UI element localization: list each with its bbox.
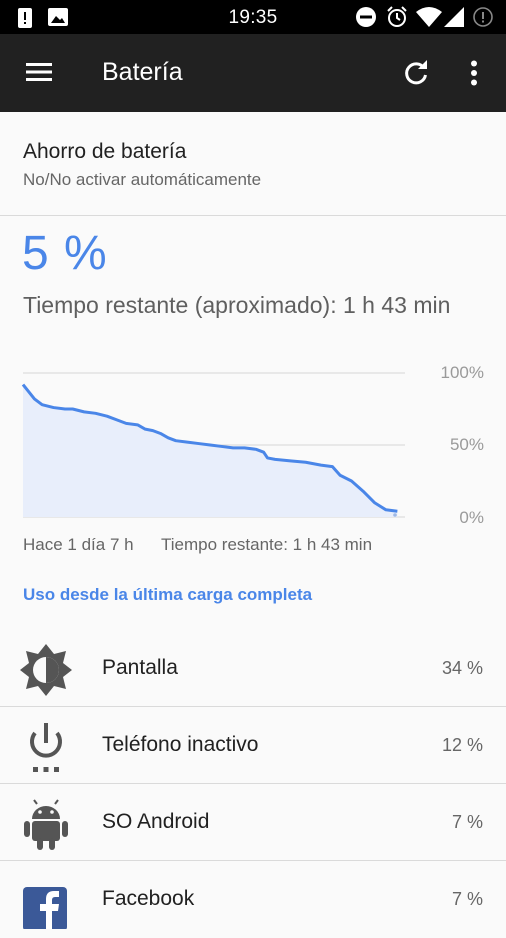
usage-item-percent: 34 % (441, 658, 483, 678)
power-idle-icon (30, 723, 62, 772)
brightness-icon (20, 644, 72, 696)
battery-saver-subtitle: No/No activar automáticamente (23, 170, 262, 189)
battery-saver-setting[interactable]: Ahorro de batería No/No activar automáti… (0, 112, 506, 216)
y-tick-100: 100% (440, 363, 484, 382)
usage-item-label: Pantalla (102, 656, 178, 679)
do-not-disturb-icon (356, 7, 376, 27)
time-remaining: Tiempo restante (aproximado): 1 h 43 min (23, 292, 451, 318)
menu-icon[interactable] (26, 62, 52, 82)
chart-area-fill (23, 384, 398, 517)
android-icon (24, 799, 68, 850)
app-bar: Batería (0, 34, 506, 112)
usage-item-label: Facebook (102, 887, 195, 910)
usage-item-phone-idle[interactable]: Teléfono inactivo 12 % (0, 707, 506, 784)
no-sim-icon (473, 7, 493, 27)
battery-percent: 5 % (22, 227, 108, 280)
usage-item-label: SO Android (102, 810, 210, 833)
facebook-icon (23, 887, 67, 929)
wifi-icon (416, 7, 442, 27)
status-bar: 19:35 (0, 0, 506, 34)
chart-caption-remaining: Tiempo restante: 1 h 43 min (161, 535, 373, 554)
battery-saver-title: Ahorro de batería (23, 140, 187, 163)
usage-item-percent: 12 % (441, 735, 483, 755)
chart-caption-start: Hace 1 día 7 h (23, 535, 134, 554)
usage-item-android-os[interactable]: SO Android 7 % (0, 784, 506, 861)
projection-dot (393, 513, 397, 517)
y-tick-50: 50% (449, 435, 484, 454)
usage-item-screen[interactable]: Pantalla 34 % (0, 630, 506, 707)
alarm-icon (387, 6, 407, 27)
y-tick-0: 0% (459, 508, 484, 527)
usage-since-full-charge-link[interactable]: Uso desde la última carga completa (23, 585, 312, 605)
usage-item-percent: 7 % (451, 812, 483, 832)
signal-icon (444, 7, 464, 27)
usage-item-label: Teléfono inactivo (102, 733, 259, 756)
refresh-icon[interactable] (403, 60, 429, 86)
more-vert-icon[interactable] (469, 60, 479, 86)
page-title: Batería (102, 58, 183, 86)
